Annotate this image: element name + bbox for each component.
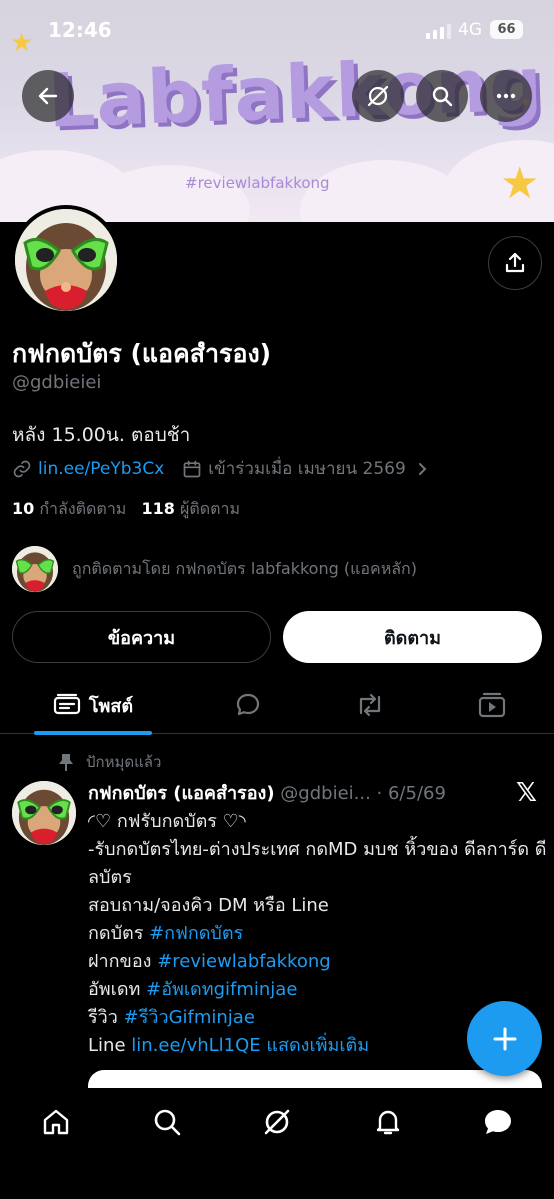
arrow-left-icon [38, 87, 58, 105]
grok-icon [367, 85, 389, 107]
network-type: 4G [458, 20, 482, 40]
following-label: กำลังติดตาม [39, 499, 127, 518]
more-options-button[interactable] [480, 70, 532, 122]
compose-button[interactable] [467, 1001, 542, 1076]
star-icon: ★ [500, 158, 540, 209]
signal-icon [426, 24, 451, 39]
status-time: 12:46 [48, 18, 112, 42]
hashtag-link[interactable]: #รีวิวGifminjae [124, 1007, 255, 1028]
more-dots-icon [496, 93, 516, 99]
profile-link[interactable]: lin.ee/PeYb3Cx [38, 459, 164, 479]
search-icon [154, 1109, 181, 1136]
tab-posts[interactable]: โพสต์ [34, 676, 152, 734]
nav-search[interactable] [137, 1102, 197, 1142]
grok-button[interactable] [352, 70, 404, 122]
bell-icon [376, 1110, 400, 1135]
chevron-right-icon[interactable] [414, 461, 430, 477]
followed-by-text: ถูกติดตามโดย กฟกดบัตร labfakkong (แอคหลั… [72, 558, 417, 578]
nav-notifications[interactable] [358, 1102, 418, 1142]
search-button[interactable] [416, 70, 468, 122]
show-more-link[interactable]: แสดงเพิ่มเติม [266, 1035, 369, 1056]
followed-by[interactable]: ถูกติดตามโดย กฟกดบัตร labfakkong (แอคหลั… [12, 546, 417, 592]
follower-avatar [12, 546, 58, 592]
post-line: ◜♡ กฟรับกดบัตร ♡◝ [88, 811, 246, 832]
link-icon [13, 460, 31, 477]
profile-handle: @gdbieiei [12, 372, 102, 393]
status-bar: 12:46 4G 66 [0, 0, 554, 60]
reply-icon [236, 693, 260, 716]
line-link[interactable]: lin.ee/vhLl1QE [131, 1035, 260, 1056]
search-icon [432, 86, 453, 107]
profile-tabs: โพสต์ [0, 676, 554, 735]
post-line: สอบถาม/จองคิว DM หรือ Line [88, 895, 329, 916]
share-button[interactable] [488, 236, 542, 290]
profile-avatar[interactable] [11, 205, 121, 315]
post-line: รีวิว [88, 1007, 124, 1028]
home-icon [43, 1109, 69, 1135]
pinned-label: ปักหมุดแล้ว [86, 753, 162, 771]
nav-grok[interactable] [247, 1102, 307, 1142]
post-header: กฟกดบัตร (แอคสำรอง) @gdbiei... · 6/5/69 [88, 778, 446, 807]
post-line: กดบัตร [88, 923, 150, 944]
plus-icon [493, 1027, 516, 1050]
post-meta: @gdbiei... · 6/5/69 [280, 783, 446, 804]
following-count: 10 [12, 499, 35, 518]
calendar-icon [183, 460, 201, 477]
message-button[interactable]: ข้อความ [12, 611, 271, 663]
back-button[interactable] [22, 70, 74, 122]
profile-meta: lin.ee/PeYb3Cx เข้าร่วมเมื่อ เมษายน 2569 [12, 455, 430, 482]
hashtag-link[interactable]: #กฟกดบัตร [149, 923, 243, 944]
followers-label: ผู้ติดตาม [179, 499, 241, 518]
grok-icon [264, 1109, 290, 1135]
following-stat[interactable]: 10 กำลังติดตาม [12, 499, 126, 518]
share-icon [505, 252, 525, 273]
follow-counts: 10 กำลังติดตาม 118 ผู้ติดตาม [12, 497, 240, 522]
hashtag-link[interactable]: #reviewlabfakkong [157, 951, 331, 972]
post-line: -รับกดบัตรไทย-ต่างประเทศ กดMD มบช หิ้วขอ… [88, 839, 547, 888]
pin-icon [59, 754, 73, 771]
chat-bubble-icon [485, 1110, 511, 1134]
nav-messages[interactable] [468, 1102, 528, 1142]
follow-button[interactable]: ติดตาม [283, 611, 542, 663]
tab-reposts[interactable] [340, 676, 400, 734]
pinned-indicator: ปักหมุดแล้ว [58, 750, 161, 774]
nav-home[interactable] [26, 1102, 86, 1142]
tab-posts-label: โพสต์ [88, 695, 134, 717]
tab-media[interactable] [462, 676, 522, 734]
followers-count: 118 [141, 499, 175, 518]
tab-replies[interactable] [218, 676, 278, 734]
followers-stat[interactable]: 118 ผู้ติดตาม [141, 499, 240, 518]
profile-bio: หลัง 15.00น. ตอบช้า [12, 424, 191, 446]
post-line: Line [88, 1035, 132, 1056]
bottom-navigation [0, 1088, 554, 1199]
posts-icon [53, 693, 80, 715]
active-tab-indicator [34, 731, 152, 735]
post-author-name[interactable]: กฟกดบัตร (แอคสำรอง) [88, 783, 275, 804]
post-line: อัพเดท [88, 979, 147, 1000]
joined-date: เข้าร่วมเมื่อ เมษายน 2569 [208, 459, 406, 479]
hashtag-link[interactable]: #อัพเดทgifminjae [146, 979, 297, 1000]
battery-icon: 66 [490, 20, 523, 39]
post-line: ฝากของ [88, 951, 158, 972]
media-icon [478, 692, 506, 718]
profile-name: กฟกดบัตร (แอคสำรอง) [12, 339, 272, 368]
post-author-avatar[interactable] [12, 781, 76, 845]
repost-icon [359, 693, 381, 717]
x-logo-icon: 𝕏 [516, 778, 537, 808]
banner-hashtag: #reviewlabfakkong [185, 174, 330, 192]
